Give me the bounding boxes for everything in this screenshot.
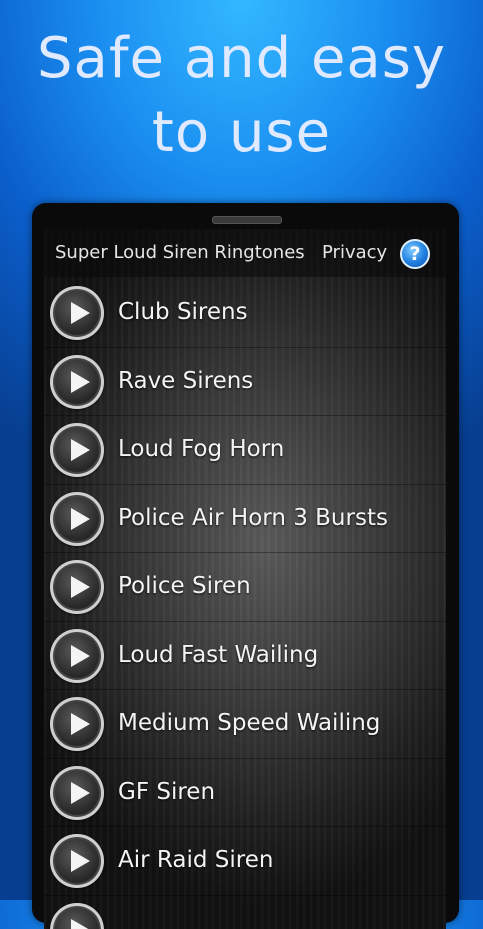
ringtone-label: Rave Sirens	[118, 368, 253, 394]
promo-headline: Safe and easy to use	[0, 22, 483, 170]
ringtone-item-loud-fog-horn[interactable]: Loud Fog Horn	[44, 416, 446, 485]
ringtone-label: GF Siren	[118, 779, 215, 805]
ringtone-item-partial[interactable]	[44, 896, 446, 929]
play-icon[interactable]	[50, 903, 104, 929]
help-icon[interactable]: ?	[400, 239, 430, 269]
promo-line-2: to use	[0, 96, 483, 170]
ringtone-item-police-air-horn[interactable]: Police Air Horn 3 Bursts	[44, 485, 446, 554]
ringtone-label: Club Sirens	[118, 299, 248, 325]
phone-speaker	[212, 216, 282, 224]
phone-frame: Super Loud Siren Ringtones Privacy ? Clu…	[32, 203, 459, 923]
play-icon[interactable]	[50, 492, 104, 546]
play-icon[interactable]	[50, 697, 104, 751]
play-icon[interactable]	[50, 355, 104, 409]
ringtone-label: Police Siren	[118, 573, 251, 599]
promo-line-1: Safe and easy	[0, 22, 483, 96]
ringtone-item-medium-speed-wailing[interactable]: Medium Speed Wailing	[44, 690, 446, 759]
play-icon[interactable]	[50, 766, 104, 820]
ringtone-label: Medium Speed Wailing	[118, 710, 380, 736]
privacy-link[interactable]: Privacy	[322, 242, 387, 263]
play-icon[interactable]	[50, 423, 104, 477]
ringtone-item-air-raid-siren[interactable]: Air Raid Siren	[44, 827, 446, 896]
ringtone-item-rave-sirens[interactable]: Rave Sirens	[44, 348, 446, 417]
ringtone-item-club-sirens[interactable]: Club Sirens	[44, 279, 446, 348]
play-icon[interactable]	[50, 286, 104, 340]
app-screen: Super Loud Siren Ringtones Privacy ? Clu…	[44, 229, 446, 929]
play-icon[interactable]	[50, 834, 104, 888]
play-icon[interactable]	[50, 560, 104, 614]
ringtone-label: Police Air Horn 3 Bursts	[118, 505, 388, 531]
app-bar: Super Loud Siren Ringtones Privacy ?	[44, 229, 446, 277]
play-icon[interactable]	[50, 629, 104, 683]
ringtone-list: Club Sirens Rave Sirens Loud Fog Horn Po…	[44, 279, 446, 929]
ringtone-label: Loud Fog Horn	[118, 436, 284, 462]
ringtone-item-loud-fast-wailing[interactable]: Loud Fast Wailing	[44, 622, 446, 691]
ringtone-label: Loud Fast Wailing	[118, 642, 318, 668]
ringtone-item-police-siren[interactable]: Police Siren	[44, 553, 446, 622]
app-title: Super Loud Siren Ringtones	[55, 242, 305, 263]
ringtone-label: Air Raid Siren	[118, 847, 273, 873]
ringtone-item-gf-siren[interactable]: GF Siren	[44, 759, 446, 828]
